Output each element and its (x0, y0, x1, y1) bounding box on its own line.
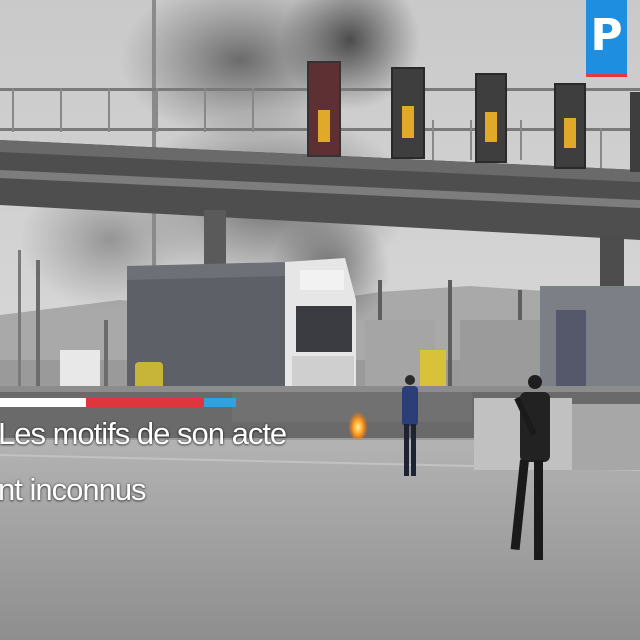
toll-building (540, 286, 640, 390)
fire (348, 408, 368, 440)
logo-letter: P (590, 10, 623, 61)
pole (18, 250, 21, 390)
pillar (600, 235, 624, 290)
caption-line-2: nt inconnus (0, 472, 147, 507)
pole (152, 0, 156, 280)
caption-line-1: Les motifs de son acte (0, 416, 287, 451)
rule-segment-white (0, 398, 86, 407)
caption-tricolor-rule (0, 398, 236, 407)
rule-segment-blue (204, 398, 236, 407)
publisher-logo: P (586, 0, 627, 77)
pillar (204, 210, 226, 270)
pole (36, 260, 40, 390)
scene-photo (0, 0, 640, 640)
pole (448, 280, 452, 390)
video-frame: P Les motifs de son acte nt inconnus (0, 0, 640, 640)
rule-segment-red (86, 398, 204, 407)
